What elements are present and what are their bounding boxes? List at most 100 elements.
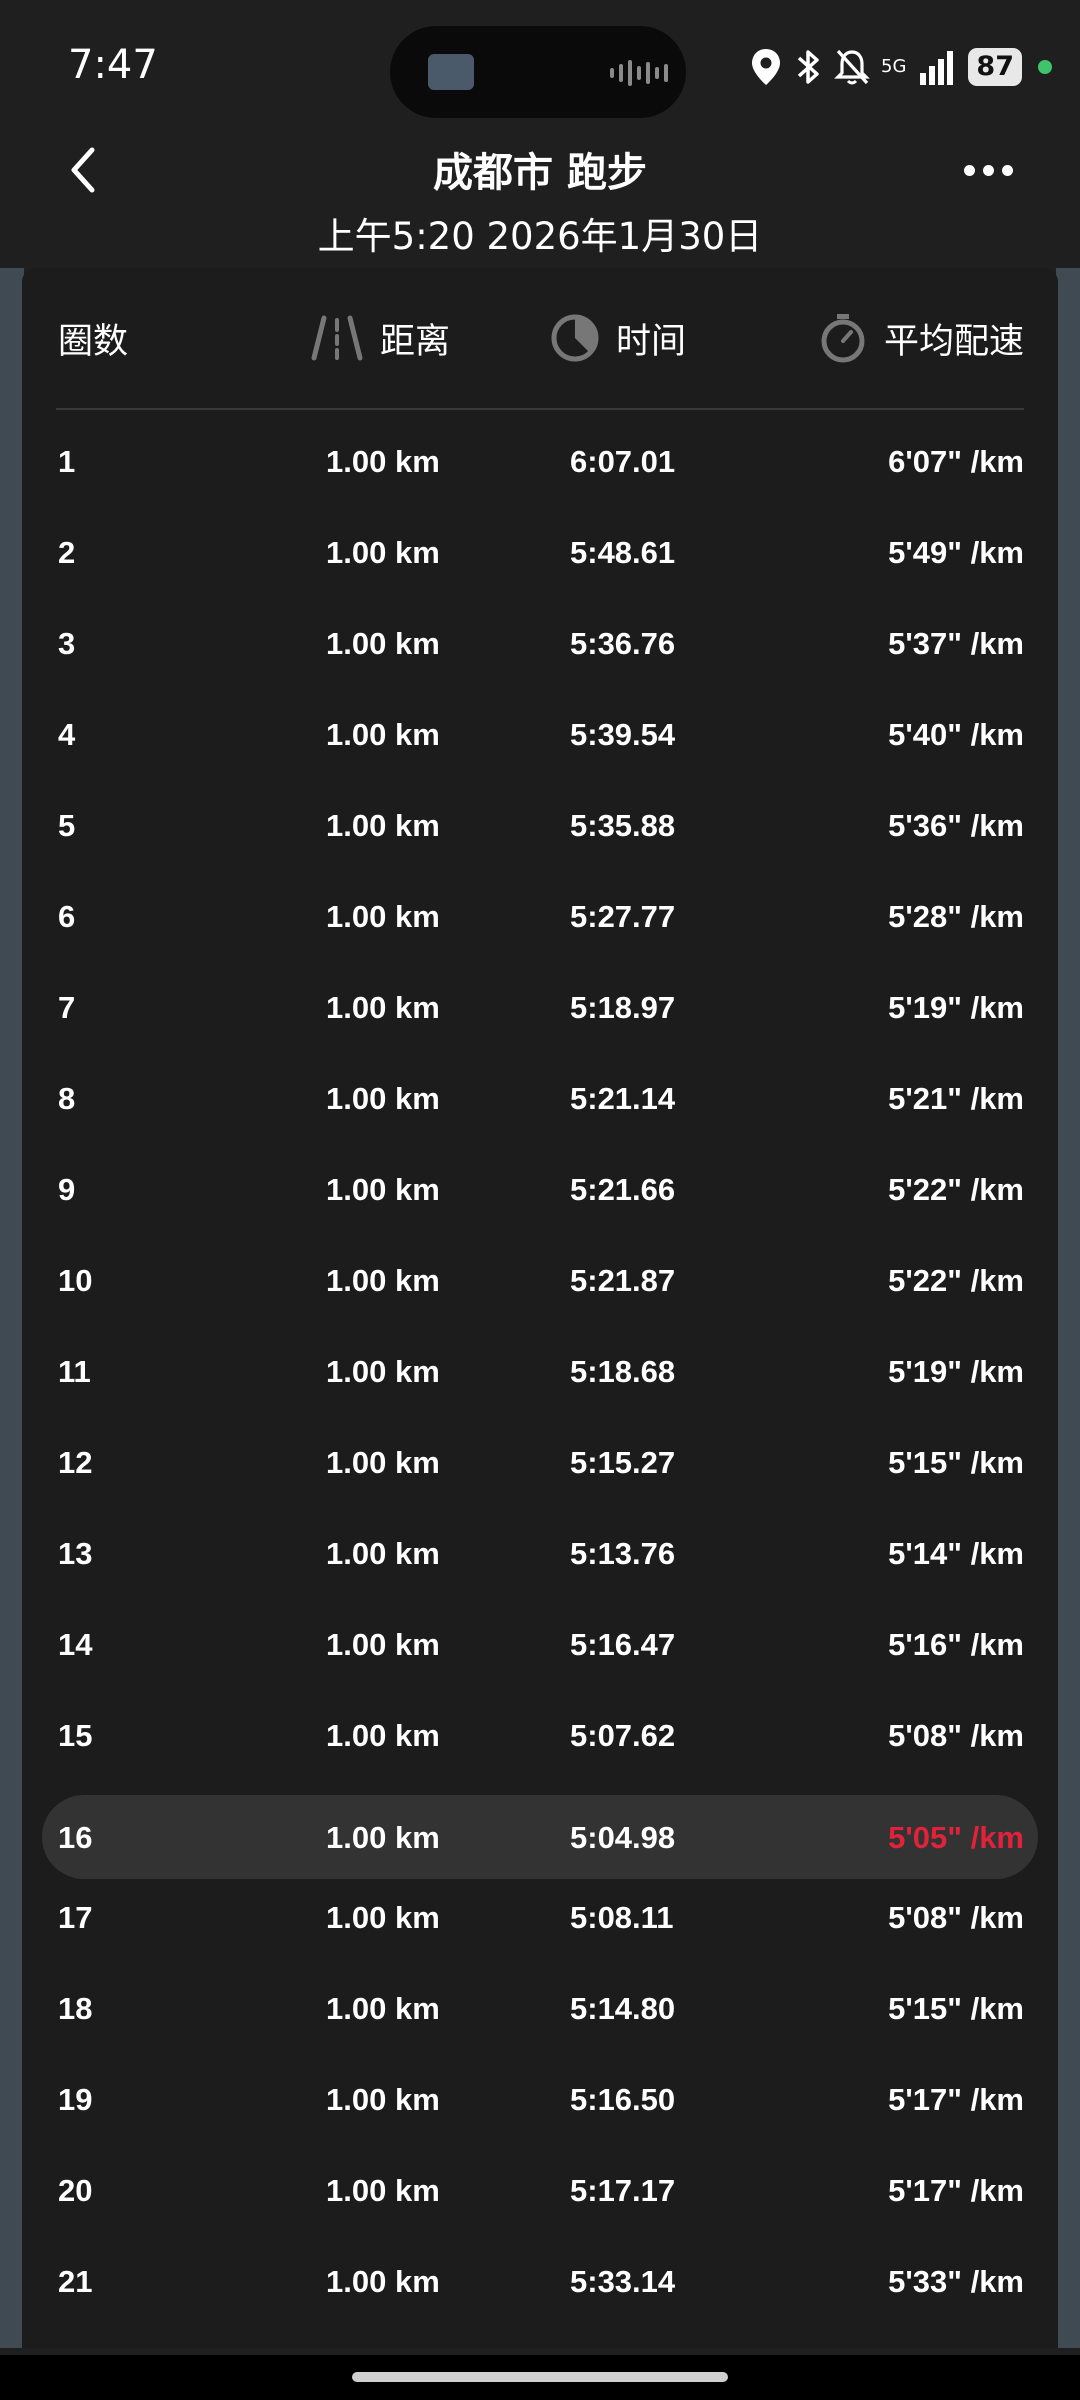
lap-distance: 1.00 km: [326, 2082, 440, 2117]
lap-time: 5:18.68: [570, 1354, 676, 1389]
lap-distance: 1.00 km: [326, 1718, 440, 1753]
lap-pace: 5'15" /km: [888, 1445, 1024, 1480]
battery-level: 87: [968, 48, 1022, 86]
lap-time: 5:04.98: [570, 1820, 676, 1855]
lap-number: 16: [58, 1820, 93, 1855]
status-icons: 5G 87: [749, 42, 1052, 92]
table-row[interactable]: 20 1.00 km 5:17.17 5'17" /km: [22, 2145, 1058, 2236]
network-type: 5G: [881, 56, 907, 77]
lap-distance: 1.00 km: [326, 1627, 440, 1662]
table-row[interactable]: 7 1.00 km 5:18.97 5'19" /km: [22, 962, 1058, 1053]
table-row[interactable]: 11 1.00 km 5:18.68 5'19" /km: [22, 1326, 1058, 1417]
lap-number: 1: [58, 444, 76, 479]
table-row[interactable]: 1 1.00 km 6:07.01 6'07" /km: [22, 416, 1058, 507]
lap-time: 5:27.77: [570, 899, 676, 934]
table-row[interactable]: 2 1.00 km 5:48.61 5'49" /km: [22, 507, 1058, 598]
lap-number: 4: [58, 717, 76, 752]
table-row[interactable]: 6 1.00 km 5:27.77 5'28" /km: [22, 871, 1058, 962]
lap-pace: 5'19" /km: [888, 990, 1024, 1025]
lap-distance: 1.00 km: [326, 1536, 440, 1571]
lap-time: 5:36.76: [570, 626, 676, 661]
table-row[interactable]: 9 1.00 km 5:21.66 5'22" /km: [22, 1144, 1058, 1235]
header-pace: 平均配速: [818, 308, 1024, 368]
table-row-fastest[interactable]: 16 1.00 km 5:04.98 5'05" /km: [22, 1781, 1058, 1879]
bluetooth-icon: [797, 50, 819, 84]
lap-distance: 1.00 km: [326, 444, 440, 479]
lap-distance: 1.00 km: [326, 535, 440, 570]
lap-number: 8: [58, 1081, 76, 1116]
lap-pace: 5'21" /km: [888, 1081, 1024, 1116]
lap-number: 3: [58, 626, 76, 661]
lap-time: 5:39.54: [570, 717, 676, 752]
table-row[interactable]: 8 1.00 km 5:21.14 5'21" /km: [22, 1053, 1058, 1144]
header-pace-label: 平均配速: [883, 321, 1024, 362]
lap-number: 13: [58, 1536, 93, 1571]
bell-muted-icon: [834, 49, 870, 85]
road-icon: [311, 315, 363, 361]
lap-time: 5:21.14: [570, 1081, 676, 1116]
lap-pace: 5'15" /km: [888, 1991, 1024, 2026]
lap-pace: 5'37" /km: [888, 626, 1024, 661]
lap-time: 5:08.11: [570, 1900, 674, 1935]
lap-pace: 5'19" /km: [888, 1354, 1024, 1389]
table-row[interactable]: 12 1.00 km 5:15.27 5'15" /km: [22, 1417, 1058, 1508]
activity-datetime: 上午5:20 2026年1月30日: [317, 215, 763, 258]
lap-time: 5:07.62: [570, 1718, 676, 1753]
lap-pace: 5'33" /km: [888, 2264, 1024, 2299]
lap-number: 5: [58, 808, 76, 843]
lap-distance: 1.00 km: [326, 1900, 440, 1935]
dynamic-island[interactable]: [390, 26, 686, 118]
location-icon: [752, 49, 781, 85]
lap-time: 6:07.01: [570, 444, 676, 479]
lap-distance: 1.00 km: [326, 1263, 440, 1298]
table-row[interactable]: 15 1.00 km 5:07.62 5'08" /km: [22, 1690, 1058, 1781]
lap-number: 20: [58, 2173, 93, 2208]
table-row[interactable]: 13 1.00 km 5:13.76 5'14" /km: [22, 1508, 1058, 1599]
table-row[interactable]: 10 1.00 km 5:21.87 5'22" /km: [22, 1235, 1058, 1326]
lap-number: 10: [58, 1263, 93, 1298]
lap-time: 5:33.14: [570, 2264, 676, 2299]
lap-distance: 1.00 km: [326, 990, 440, 1025]
lap-number: 2: [58, 535, 76, 570]
lap-time: 5:13.76: [570, 1536, 676, 1571]
lap-number: 15: [58, 1718, 93, 1753]
lap-distance: 1.00 km: [326, 1172, 440, 1207]
table-row[interactable]: 18 1.00 km 5:14.80 5'15" /km: [22, 1963, 1058, 2054]
lap-number: 14: [58, 1627, 93, 1662]
more-options-button[interactable]: [964, 160, 1024, 180]
lap-distance: 1.00 km: [326, 1991, 440, 2026]
lap-number: 12: [58, 1445, 93, 1480]
lap-distance: 1.00 km: [326, 2264, 440, 2299]
lap-pace: 5'05" /km: [888, 1820, 1024, 1855]
lap-number: 21: [58, 2264, 93, 2299]
lap-distance: 1.00 km: [326, 1820, 440, 1855]
stopwatch-icon: [821, 314, 865, 363]
lap-pace: 5'08" /km: [888, 1718, 1024, 1753]
status-bar: 7:47 5G 87: [0, 0, 1080, 130]
signal-icon: [920, 51, 954, 85]
lap-time: 5:16.47: [570, 1627, 676, 1662]
lap-distance: 1.00 km: [326, 808, 440, 843]
table-row[interactable]: 17 1.00 km 5:08.11 5'08" /km: [22, 1872, 1058, 1963]
lap-time: 5:21.66: [570, 1172, 676, 1207]
audio-wave-icon: [610, 60, 668, 86]
table-row[interactable]: 19 1.00 km 5:16.50 5'17" /km: [22, 2054, 1058, 2145]
laps-panel[interactable]: 圈数 距离 时间 平均配速 1 1.00 km 6:07.01 6'07" /k…: [22, 268, 1058, 2348]
laps-list: 1 1.00 km 6:07.01 6'07" /km 2 1.00 km 5:48.61 5…: [22, 416, 1058, 2327]
lap-distance: 1.00 km: [326, 2173, 440, 2208]
home-indicator[interactable]: [352, 2372, 728, 2382]
lap-number: 11: [58, 1354, 91, 1389]
media-thumbnail: [428, 54, 474, 90]
table-row[interactable]: 4 1.00 km 5:39.54 5'40" /km: [22, 689, 1058, 780]
lap-time: 5:16.50: [570, 2082, 676, 2117]
table-row[interactable]: 3 1.00 km 5:36.76 5'37" /km: [22, 598, 1058, 689]
lap-pace: 5'28" /km: [888, 899, 1024, 934]
clock-icon: [551, 314, 599, 362]
lap-number: 17: [58, 1900, 93, 1935]
table-row[interactable]: 14 1.00 km 5:16.47 5'16" /km: [22, 1599, 1058, 1690]
lap-pace: 5'22" /km: [888, 1263, 1024, 1298]
table-row[interactable]: 21 1.00 km 5:33.14 5'33" /km: [22, 2236, 1058, 2327]
table-row[interactable]: 5 1.00 km 5:35.88 5'36" /km: [22, 780, 1058, 871]
privacy-indicator-dot: [1038, 60, 1052, 74]
map-background-right: [1056, 268, 1080, 2348]
